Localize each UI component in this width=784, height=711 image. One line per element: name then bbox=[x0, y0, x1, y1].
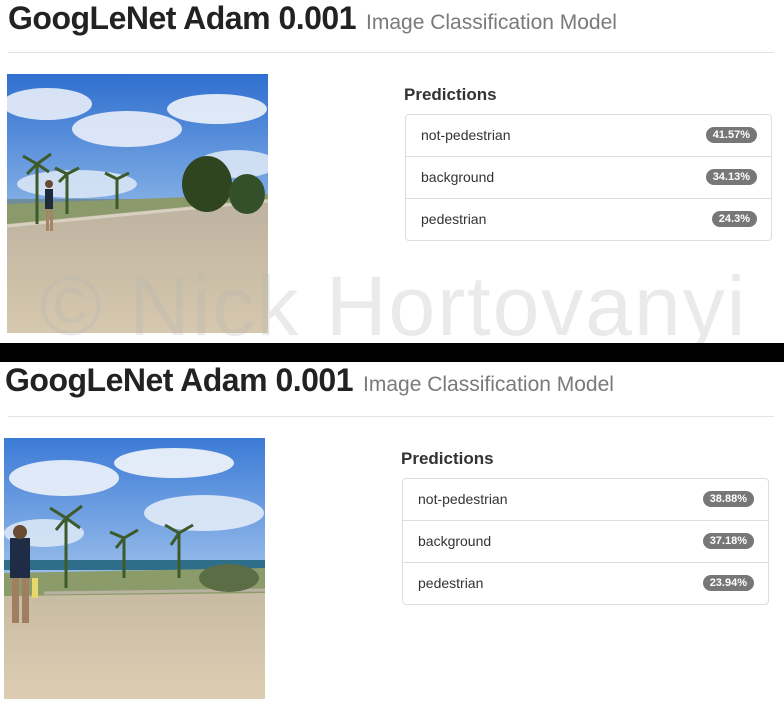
page-header: GoogLeNet Adam 0.001 Image Classification… bbox=[8, 0, 617, 37]
prediction-label: background bbox=[421, 169, 495, 185]
prediction-badge: 34.13% bbox=[705, 169, 757, 185]
prediction-item: pedestrian 23.94% bbox=[403, 563, 768, 604]
prediction-item: pedestrian 24.3% bbox=[406, 199, 771, 240]
prediction-item: not-pedestrian 38.88% bbox=[403, 479, 768, 521]
page-header: GoogLeNet Adam 0.001 Image Classification… bbox=[5, 362, 614, 399]
input-image bbox=[7, 74, 268, 333]
input-image bbox=[4, 438, 265, 699]
prediction-badge: 41.57% bbox=[705, 127, 757, 143]
classification-panel-1: GoogLeNet Adam 0.001 Image Classification… bbox=[0, 0, 784, 343]
prediction-label: not-pedestrian bbox=[418, 491, 508, 507]
model-title: GoogLeNet Adam 0.001 bbox=[5, 362, 354, 398]
header-divider bbox=[8, 416, 774, 417]
prediction-label: background bbox=[418, 533, 492, 549]
model-subtitle: Image Classification Model bbox=[366, 11, 617, 34]
prediction-label: pedestrian bbox=[421, 211, 487, 227]
prediction-item: background 37.18% bbox=[403, 521, 768, 563]
prediction-badge: 23.94% bbox=[702, 575, 754, 591]
prediction-item: not-pedestrian 41.57% bbox=[406, 115, 771, 157]
model-title: GoogLeNet Adam 0.001 bbox=[8, 0, 357, 36]
predictions-list: not-pedestrian 38.88% background 37.18% … bbox=[402, 478, 769, 605]
predictions-list: not-pedestrian 41.57% background 34.13% … bbox=[405, 114, 772, 241]
predictions-heading: Predictions bbox=[401, 449, 494, 468]
classification-panel-2: GoogLeNet Adam 0.001 Image Classification… bbox=[0, 362, 784, 711]
prediction-label: not-pedestrian bbox=[421, 127, 511, 143]
prediction-badge: 38.88% bbox=[702, 491, 754, 507]
prediction-badge: 37.18% bbox=[702, 533, 754, 549]
header-divider bbox=[8, 52, 774, 53]
predictions-heading: Predictions bbox=[404, 85, 497, 104]
prediction-item: background 34.13% bbox=[406, 157, 771, 199]
model-subtitle: Image Classification Model bbox=[363, 373, 614, 396]
prediction-badge: 24.3% bbox=[711, 211, 757, 227]
prediction-label: pedestrian bbox=[418, 575, 484, 591]
